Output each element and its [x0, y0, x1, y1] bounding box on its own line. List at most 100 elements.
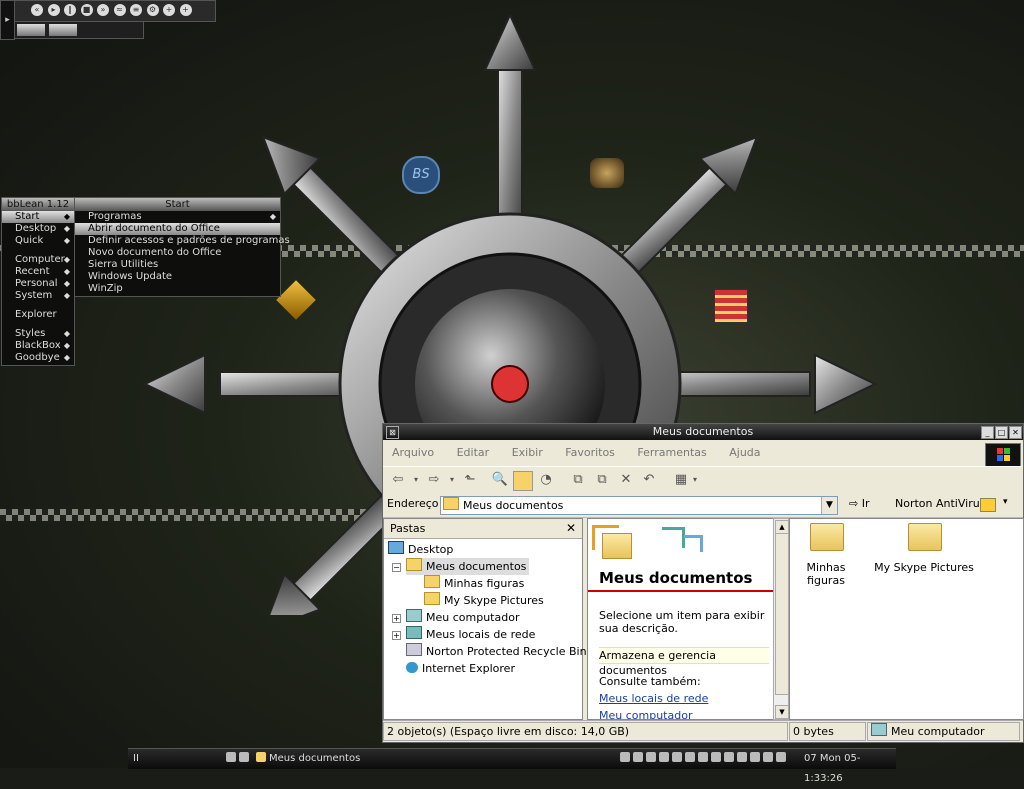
- tray-icon[interactable]: [711, 752, 721, 762]
- undo-icon[interactable]: ↶: [640, 471, 658, 489]
- menu-editar[interactable]: Editar: [457, 446, 490, 459]
- volume-up-icon[interactable]: +: [163, 4, 175, 16]
- tray-icon[interactable]: [672, 752, 682, 762]
- start-item-programas[interactable]: Programas ◆: [75, 211, 280, 223]
- tray-icon[interactable]: [659, 752, 669, 762]
- norton-antivirus-button[interactable]: Norton AntiVirus: [895, 497, 985, 510]
- close-icon[interactable]: ✕: [1009, 426, 1022, 439]
- delete-icon[interactable]: ✕: [617, 471, 635, 489]
- play-icon[interactable]: ▸: [47, 4, 60, 16]
- tray-icon[interactable]: [620, 752, 630, 762]
- menu-exibir[interactable]: Exibir: [512, 446, 543, 459]
- file-item-minhas-figuras[interactable]: Minhas figuras: [790, 523, 862, 587]
- menu-ferramentas[interactable]: Ferramentas: [637, 446, 706, 459]
- start-item-windows-update[interactable]: Windows Update: [75, 271, 280, 283]
- tray-icon[interactable]: [685, 752, 695, 762]
- bb-item-styles[interactable]: Styles ◆: [2, 328, 74, 340]
- views-dropdown-icon[interactable]: ▾: [686, 471, 704, 489]
- bb-item-explorer[interactable]: Explorer: [2, 309, 74, 321]
- close-pane-icon[interactable]: ✕: [566, 519, 576, 538]
- forward-dropdown-icon[interactable]: ▾: [443, 471, 461, 489]
- file-item-my-skype-pictures[interactable]: My Skype Pictures: [874, 523, 974, 574]
- tree-item-meu-computador[interactable]: Meu computador: [406, 609, 519, 626]
- expand-icon[interactable]: +: [392, 614, 401, 623]
- forward-icon[interactable]: ⇨: [425, 471, 443, 489]
- copy-to-icon[interactable]: ⧉: [593, 471, 611, 489]
- media-progress-bar[interactable]: [14, 21, 144, 39]
- tray-icon[interactable]: [646, 752, 656, 762]
- search-icon[interactable]: 🔍: [491, 471, 509, 489]
- tray-icon[interactable]: [724, 752, 734, 762]
- bb-item-computer[interactable]: Computer ◆: [2, 254, 74, 266]
- workspace-next-icon[interactable]: [239, 752, 249, 762]
- settings-icon[interactable]: ⚙: [146, 4, 159, 16]
- bb-item-quick[interactable]: Quick ◆: [2, 235, 74, 247]
- tree-item-desktop[interactable]: Desktop: [388, 541, 453, 558]
- start-item-novo-office[interactable]: Novo documento do Office: [75, 247, 280, 259]
- address-dropdown-icon[interactable]: ▼: [821, 497, 837, 514]
- workspace-label[interactable]: II: [133, 749, 139, 769]
- task-pane-scrollbar[interactable]: ▲ ▼: [773, 518, 789, 720]
- back-icon[interactable]: ⇦: [389, 471, 407, 489]
- history-icon[interactable]: ◔: [537, 471, 555, 489]
- bb-item-system[interactable]: System ◆: [2, 290, 74, 302]
- maximize-icon[interactable]: □: [995, 426, 1008, 439]
- tree-item-my-skype-pictures[interactable]: My Skype Pictures: [424, 592, 544, 609]
- pause-icon[interactable]: ‖: [64, 4, 76, 16]
- volume-slider[interactable]: [49, 24, 77, 36]
- tray-icon[interactable]: [763, 752, 773, 762]
- task-button-meus-documentos[interactable]: Meus documentos: [256, 749, 360, 769]
- tree-item-recycle-bin[interactable]: Norton Protected Recycle Bin: [406, 643, 587, 660]
- bb-item-personal[interactable]: Personal ◆: [2, 278, 74, 290]
- link-meus-locais-de-rede[interactable]: Meus locais de rede: [599, 692, 708, 705]
- start-item-winzip[interactable]: WinZip: [75, 283, 280, 295]
- forward-icon[interactable]: »: [97, 4, 109, 16]
- folders-icon[interactable]: [513, 471, 533, 491]
- volume-down-icon[interactable]: +: [179, 4, 192, 16]
- bblean-menu-title[interactable]: bbLean 1.12: [2, 198, 74, 211]
- mascot-desktop-icon[interactable]: [590, 158, 624, 188]
- address-field[interactable]: Meus documentos ▼: [440, 496, 838, 515]
- start-submenu-title[interactable]: Start: [75, 198, 280, 211]
- scroll-up-icon[interactable]: ▲: [775, 520, 789, 534]
- scroll-thumb[interactable]: [775, 533, 789, 695]
- tree-item-internet-explorer[interactable]: Internet Explorer: [406, 660, 515, 677]
- up-folder-icon[interactable]: ⬑: [461, 471, 479, 489]
- tree-item-meus-locais-de-rede[interactable]: Meus locais de rede: [406, 626, 535, 643]
- stop-icon[interactable]: ■: [80, 4, 93, 16]
- bb-item-goodbye[interactable]: Goodbye ◆: [2, 352, 74, 364]
- bs-player-desktop-icon[interactable]: BS: [402, 156, 440, 194]
- clock[interactable]: 07 Mon 05-1:33:26: [804, 749, 896, 789]
- playlist-icon[interactable]: ≡: [130, 4, 142, 16]
- start-item-sierra[interactable]: Sierra Utilities: [75, 259, 280, 271]
- window-menu-icon[interactable]: ⊠: [386, 426, 399, 439]
- back-dropdown-icon[interactable]: ▾: [407, 471, 425, 489]
- minimize-icon[interactable]: _: [981, 426, 994, 439]
- tree-item-minhas-figuras[interactable]: Minhas figuras: [424, 575, 524, 592]
- game-desktop-icon[interactable]: [714, 289, 748, 323]
- tray-icon[interactable]: [776, 752, 786, 762]
- tray-icon[interactable]: [633, 752, 643, 762]
- bb-item-blackbox[interactable]: BlackBox ◆: [2, 340, 74, 352]
- workspace-prev-icon[interactable]: [226, 752, 236, 762]
- norton-icon[interactable]: [980, 498, 996, 512]
- menu-arquivo[interactable]: Arquivo: [392, 446, 434, 459]
- move-to-icon[interactable]: ⧉: [569, 471, 587, 489]
- go-button[interactable]: ⇨ Ir: [849, 497, 870, 510]
- start-item-definir-acessos[interactable]: Definir acessos e padrões de programas: [75, 235, 290, 247]
- tray-icon[interactable]: [750, 752, 760, 762]
- rewind-icon[interactable]: «: [31, 4, 43, 16]
- bb-item-recent[interactable]: Recent ◆: [2, 266, 74, 278]
- norton-dropdown-icon[interactable]: ▾: [1003, 497, 1008, 507]
- menu-favoritos[interactable]: Favoritos: [565, 446, 615, 459]
- scroll-down-icon[interactable]: ▼: [775, 705, 789, 719]
- bb-item-desktop[interactable]: Desktop ◆: [2, 223, 74, 235]
- seek-slider[interactable]: [17, 24, 45, 36]
- bb-item-start[interactable]: Start ◆: [2, 211, 74, 223]
- media-toolbar-toggle[interactable]: ▸: [0, 0, 15, 40]
- tree-item-meus-documentos[interactable]: Meus documentos: [406, 558, 530, 575]
- start-item-abrir-office[interactable]: Abrir documento do Office: [75, 223, 280, 235]
- collapse-icon[interactable]: −: [392, 563, 401, 572]
- expand-icon[interactable]: +: [392, 631, 401, 640]
- tray-icon[interactable]: [698, 752, 708, 762]
